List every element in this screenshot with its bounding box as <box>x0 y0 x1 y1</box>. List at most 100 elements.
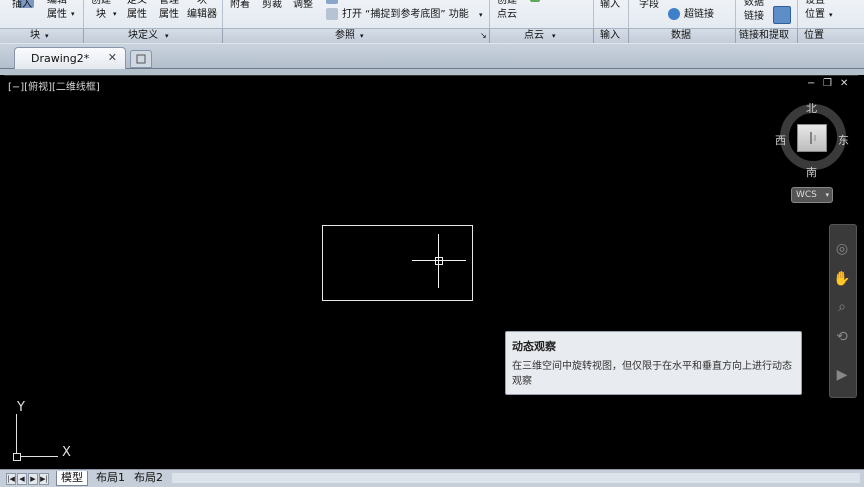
block-editor-button-line2[interactable]: 编辑器 <box>187 9 217 21</box>
panel-divider <box>628 0 629 28</box>
next-layout-button[interactable]: ▶ <box>28 473 38 485</box>
panel-expand-icon[interactable]: ▾ <box>165 30 169 42</box>
clip-button[interactable]: 剪裁 <box>262 0 282 11</box>
zoom-icon[interactable]: ⌕ <box>833 298 851 316</box>
data-extraction-icon[interactable] <box>773 6 791 24</box>
hyperlink-button[interactable]: 超链接 <box>684 9 714 21</box>
create-block-button-line2[interactable]: 块 <box>96 9 106 21</box>
panel-expand-icon[interactable]: ▾ <box>45 30 49 42</box>
attach-button[interactable]: 附着 <box>230 0 250 11</box>
viewport-controls-label[interactable]: [−][俯视][二维线框] <box>8 78 100 93</box>
panel-title-linking[interactable]: 链接和提取 <box>739 30 789 42</box>
panel-title-pointcloud[interactable]: 点云 <box>524 30 544 42</box>
block-editor-button-line1[interactable]: 块 <box>197 0 207 7</box>
first-layout-button[interactable]: |◀ <box>6 473 16 485</box>
set-location-button-line1[interactable]: 设置 <box>805 0 825 7</box>
orbit-icon[interactable]: ⟲ <box>833 328 851 346</box>
tab-model[interactable]: 模型 <box>56 471 88 486</box>
pan-icon[interactable]: ✋ <box>833 270 851 288</box>
manage-attribute-button-line1[interactable]: 管理 <box>159 0 179 7</box>
define-attribute-button-line1[interactable]: 定义 <box>127 0 147 7</box>
wcs-menu[interactable]: WCS ▾ <box>791 187 833 203</box>
data-link-button-line2[interactable]: 链接 <box>744 11 764 23</box>
tab-layout2[interactable]: 布局2 <box>130 471 167 485</box>
viewport-restore-button[interactable]: ❐ <box>823 79 832 89</box>
ucs-x-label: X <box>62 445 71 460</box>
orbit-tooltip: 动态观察 在三维空间中旋转视图，但仅限于在水平和垂直方向上进行动态观察 <box>505 331 802 395</box>
ucs-x-axis <box>16 456 58 457</box>
viewport-close-button[interactable]: ✕ <box>840 79 848 89</box>
panel-divider <box>735 0 736 28</box>
insert-button[interactable]: 插入 <box>12 0 32 11</box>
panel-divider <box>797 29 798 43</box>
panel-title-import[interactable]: 输入 <box>600 30 620 42</box>
compass-north[interactable]: 北 <box>806 100 817 116</box>
define-attribute-button-line2[interactable]: 属性 <box>127 9 147 21</box>
set-location-dropdown-icon[interactable]: ▾ <box>829 9 833 21</box>
last-layout-button[interactable]: ▶| <box>39 473 49 485</box>
panel-title-location[interactable]: 位置 <box>804 30 824 42</box>
showmotion-icon[interactable]: ▶ <box>833 366 851 384</box>
hyperlink-globe-icon <box>668 8 680 20</box>
import-button[interactable]: 输入 <box>600 0 620 11</box>
panel-expand-icon[interactable]: ▾ <box>552 30 556 42</box>
close-icon[interactable]: ✕ <box>108 51 117 64</box>
steering-wheel-icon[interactable]: ◎ <box>833 240 851 258</box>
horizontal-scrollbar[interactable] <box>172 473 860 483</box>
create-pointcloud-button-line2[interactable]: 点云 <box>497 9 517 21</box>
edit-attribute-button-line2[interactable]: 属性 <box>47 9 67 21</box>
panel-divider <box>489 0 490 28</box>
ribbon-panel-titles: 块 ▾ 块定义 ▾ 参照 ▾ ↘ 点云 ▾ 输入 数据 链接和提取 位置 <box>0 28 864 43</box>
tab-layout1[interactable]: 布局1 <box>92 471 129 485</box>
pointcloud-icon[interactable] <box>530 0 540 2</box>
tooltip-description: 在三维空间中旋转视图，但仅限于在水平和垂直方向上进行动态观察 <box>512 361 792 387</box>
panel-title-reference[interactable]: 参照 <box>335 30 355 42</box>
create-pointcloud-button-line1[interactable]: 创建 <box>497 0 517 7</box>
new-drawing-icon <box>136 54 146 64</box>
adjust-button[interactable]: 调整 <box>293 0 313 11</box>
compass-south[interactable]: 南 <box>806 164 817 180</box>
panel-divider <box>593 0 594 28</box>
panel-expand-icon[interactable]: ▾ <box>360 30 364 42</box>
prev-layout-button[interactable]: ◀ <box>17 473 27 485</box>
wcs-label: WCS <box>796 190 817 200</box>
ucs-y-label: Y <box>17 400 25 415</box>
panel-divider <box>735 29 736 43</box>
set-location-button-line2[interactable]: 位置 <box>805 9 825 21</box>
field-button[interactable]: 字段 <box>639 0 659 11</box>
snap-underlay-dropdown-icon[interactable]: ▾ <box>479 9 483 21</box>
viewcube-face-icon <box>810 132 816 144</box>
tab-drawing2-label: Drawing2* <box>31 52 90 65</box>
new-tab-button[interactable] <box>130 50 152 68</box>
ucs-origin-icon <box>13 453 21 461</box>
snap-underlay-toggle[interactable]: 打开 “捕捉到参考底图” 功能 <box>342 9 469 21</box>
panel-divider <box>593 29 594 43</box>
compass-east[interactable]: 东 <box>838 132 849 148</box>
compass-west[interactable]: 西 <box>775 132 786 148</box>
data-link-button-line1[interactable]: 数据 <box>744 0 764 9</box>
panel-divider <box>83 29 84 43</box>
panel-title-block[interactable]: 块 <box>30 30 40 42</box>
edit-attribute-button-line1[interactable]: 编辑 <box>47 0 67 7</box>
tooltip-title: 动态观察 <box>512 340 556 353</box>
edit-attribute-dropdown-icon[interactable]: ▾ <box>71 8 75 20</box>
create-block-dropdown-icon[interactable]: ▾ <box>113 8 117 20</box>
panel-divider <box>222 0 223 28</box>
panel-divider <box>83 0 84 28</box>
viewcube-top-face[interactable] <box>797 124 827 152</box>
reference-tool-icon[interactable] <box>326 0 338 4</box>
panel-title-block-definition[interactable]: 块定义 <box>128 30 158 42</box>
panel-title-data[interactable]: 数据 <box>671 30 691 42</box>
panel-divider <box>797 0 798 28</box>
panel-divider <box>222 29 223 43</box>
wcs-dropdown-icon: ▾ <box>825 191 829 199</box>
manage-attribute-button-line2[interactable]: 属性 <box>159 9 179 21</box>
drawn-rectangle[interactable] <box>322 225 473 301</box>
file-tab-strip: Drawing2* ✕ <box>0 44 864 69</box>
tab-drawing2[interactable]: Drawing2* ✕ <box>14 47 126 69</box>
panel-divider <box>489 29 490 43</box>
viewport-minimize-button[interactable]: − <box>807 79 815 89</box>
panel-launcher-icon[interactable]: ↘ <box>480 30 487 42</box>
create-block-button-line1[interactable]: 创建 <box>91 0 111 7</box>
snap-underlay-icon <box>326 8 338 20</box>
